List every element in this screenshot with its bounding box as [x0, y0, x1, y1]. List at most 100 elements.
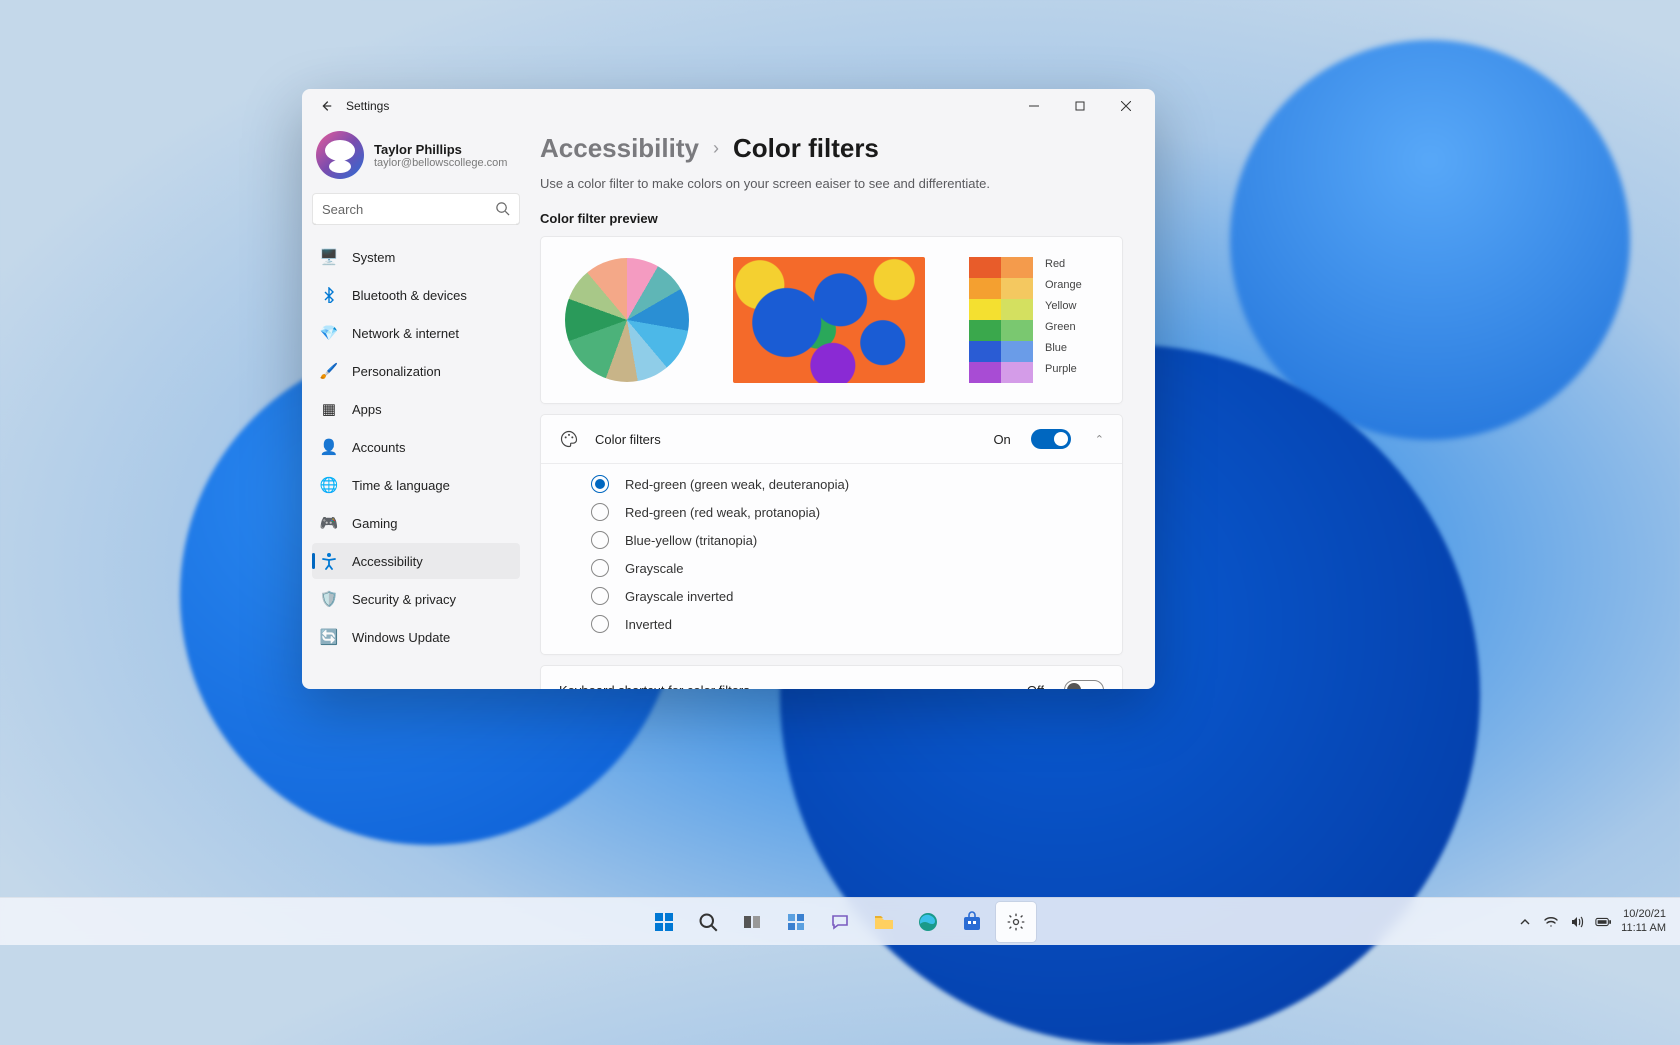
- chevron-right-icon: ›: [713, 138, 719, 159]
- sidebar-item-accounts[interactable]: 👤Accounts: [312, 429, 520, 465]
- close-icon: [1121, 101, 1131, 111]
- sidebar-item-label: Gaming: [352, 516, 398, 531]
- profile[interactable]: Taylor Phillips taylor@bellowscollege.co…: [312, 127, 520, 193]
- tray-overflow[interactable]: [1517, 914, 1533, 930]
- swatch: [969, 362, 1001, 383]
- gear-icon: [1006, 912, 1026, 932]
- swatch: [1001, 278, 1033, 299]
- radio-icon: [591, 587, 609, 605]
- swatch: [1001, 362, 1033, 383]
- minimize-icon: [1029, 101, 1039, 111]
- sidebar-item-gaming[interactable]: 🎮Gaming: [312, 505, 520, 541]
- back-button[interactable]: [312, 92, 340, 120]
- sidebar-item-label: Bluetooth & devices: [352, 288, 467, 303]
- shortcut-toggle[interactable]: [1064, 680, 1104, 689]
- page-title: Color filters: [733, 133, 879, 164]
- search-icon: [698, 912, 718, 932]
- nav-icon: 💎: [320, 324, 338, 342]
- taskbar-explorer[interactable]: [864, 902, 904, 942]
- sidebar-item-label: Time & language: [352, 478, 450, 493]
- sidebar-item-label: System: [352, 250, 395, 265]
- filter-radio-grayscale[interactable]: Grayscale: [591, 554, 1122, 582]
- shortcut-state: Off: [1027, 683, 1044, 690]
- nav-icon: 🔄: [320, 628, 338, 646]
- start-button[interactable]: [644, 902, 684, 942]
- taskbar-chat[interactable]: [820, 902, 860, 942]
- tray-wifi[interactable]: [1543, 914, 1559, 930]
- chat-icon: [830, 912, 850, 932]
- palette-label: Red: [1045, 257, 1082, 272]
- page-description: Use a color filter to make colors on you…: [540, 176, 1123, 191]
- taskbar-store[interactable]: [952, 902, 992, 942]
- swatch: [969, 257, 1001, 278]
- taskbar-widgets[interactable]: [776, 902, 816, 942]
- preview-label: Color filter preview: [540, 211, 1123, 226]
- sidebar-item-security-privacy[interactable]: 🛡️Security & privacy: [312, 581, 520, 617]
- edge-icon: [917, 911, 939, 933]
- palette-icon: [559, 429, 579, 449]
- swatch: [969, 320, 1001, 341]
- radio-icon: [591, 503, 609, 521]
- settings-window: Settings Taylor Phillips taylor@bellowsc…: [302, 89, 1155, 689]
- nav-icon: 🖌️: [320, 362, 338, 380]
- swatch: [1001, 299, 1033, 320]
- sidebar-item-system[interactable]: 🖥️ System: [312, 239, 520, 275]
- minimize-button[interactable]: [1011, 89, 1057, 123]
- sidebar-item-label: Apps: [352, 402, 382, 417]
- user-name: Taylor Phillips: [374, 142, 507, 157]
- filter-radio-blue-yellow-tritanopia[interactable]: Blue-yellow (tritanopia): [591, 526, 1122, 554]
- nav-icon: 🌐: [320, 476, 338, 494]
- taskbar-settings[interactable]: [996, 902, 1036, 942]
- tray-time: 11:11 AM: [1621, 922, 1666, 936]
- nav-icon: 🛡️: [320, 590, 338, 608]
- sidebar-item-bluetooth-devices[interactable]: Bluetooth & devices: [312, 277, 520, 313]
- filter-radio-inverted[interactable]: Inverted: [591, 610, 1122, 638]
- sidebar-item-network-internet[interactable]: 💎 Network & internet: [312, 315, 520, 351]
- sidebar-item-label: Windows Update: [352, 630, 450, 645]
- filter-radio-red-green-green-weak-deuteranopia[interactable]: Red-green (green weak, deuteranopia): [591, 470, 1122, 498]
- content: Accessibility › Color filters Use a colo…: [530, 123, 1155, 689]
- volume-icon: [1569, 914, 1585, 930]
- filter-radio-grayscale-inverted[interactable]: Grayscale inverted: [591, 582, 1122, 610]
- maximize-button[interactable]: [1057, 89, 1103, 123]
- windows-icon: [653, 911, 675, 933]
- palette-label: Purple: [1045, 362, 1082, 377]
- close-button[interactable]: [1103, 89, 1149, 123]
- color-filters-toggle-row[interactable]: Color filters On ⌃: [541, 415, 1122, 463]
- keyboard-shortcut-row[interactable]: Keyboard shortcut for color filters Off: [541, 666, 1122, 689]
- nav-icon: 🖥️: [320, 248, 338, 266]
- arrow-left-icon: [319, 99, 333, 113]
- filter-radio-red-green-red-weak-protanopia[interactable]: Red-green (red weak, protanopia): [591, 498, 1122, 526]
- color-filters-toggle[interactable]: [1031, 429, 1071, 449]
- swatch: [969, 299, 1001, 320]
- swatch: [969, 341, 1001, 362]
- taskbar: 10/20/21 11:11 AM: [0, 897, 1680, 945]
- toggle-label: Color filters: [595, 432, 661, 447]
- tray-volume[interactable]: [1569, 914, 1585, 930]
- taskbar-taskview[interactable]: [732, 902, 772, 942]
- sidebar-item-label: Network & internet: [352, 326, 459, 341]
- sidebar-item-apps[interactable]: ▦Apps: [312, 391, 520, 427]
- breadcrumb-parent[interactable]: Accessibility: [540, 133, 699, 164]
- folder-icon: [873, 911, 895, 933]
- color-wheel-preview: [565, 258, 689, 382]
- clock[interactable]: 10/20/21 11:11 AM: [1621, 908, 1666, 936]
- swatch: [1001, 341, 1033, 362]
- store-icon: [961, 911, 983, 933]
- sidebar-item-windows-update[interactable]: 🔄 Windows Update: [312, 619, 520, 655]
- sidebar-item-accessibility[interactable]: Accessibility: [312, 543, 520, 579]
- taskbar-edge[interactable]: [908, 902, 948, 942]
- toggle-state: On: [993, 432, 1010, 447]
- sidebar-item-time-language[interactable]: 🌐 Time & language: [312, 467, 520, 503]
- radio-label: Red-green (green weak, deuteranopia): [625, 477, 849, 492]
- palette-preview: RedOrangeYellowGreenBluePurple: [969, 257, 1082, 383]
- tray-battery[interactable]: [1595, 914, 1611, 930]
- widgets-icon: [786, 912, 806, 932]
- taskbar-search[interactable]: [688, 902, 728, 942]
- radio-label: Grayscale: [625, 561, 684, 576]
- chevron-up-icon: ⌃: [1095, 433, 1104, 446]
- sidebar: Taylor Phillips taylor@bellowscollege.co…: [302, 123, 530, 689]
- sidebar-item-personalization[interactable]: 🖌️Personalization: [312, 353, 520, 389]
- search-input[interactable]: [312, 193, 520, 225]
- radio-icon: [591, 475, 609, 493]
